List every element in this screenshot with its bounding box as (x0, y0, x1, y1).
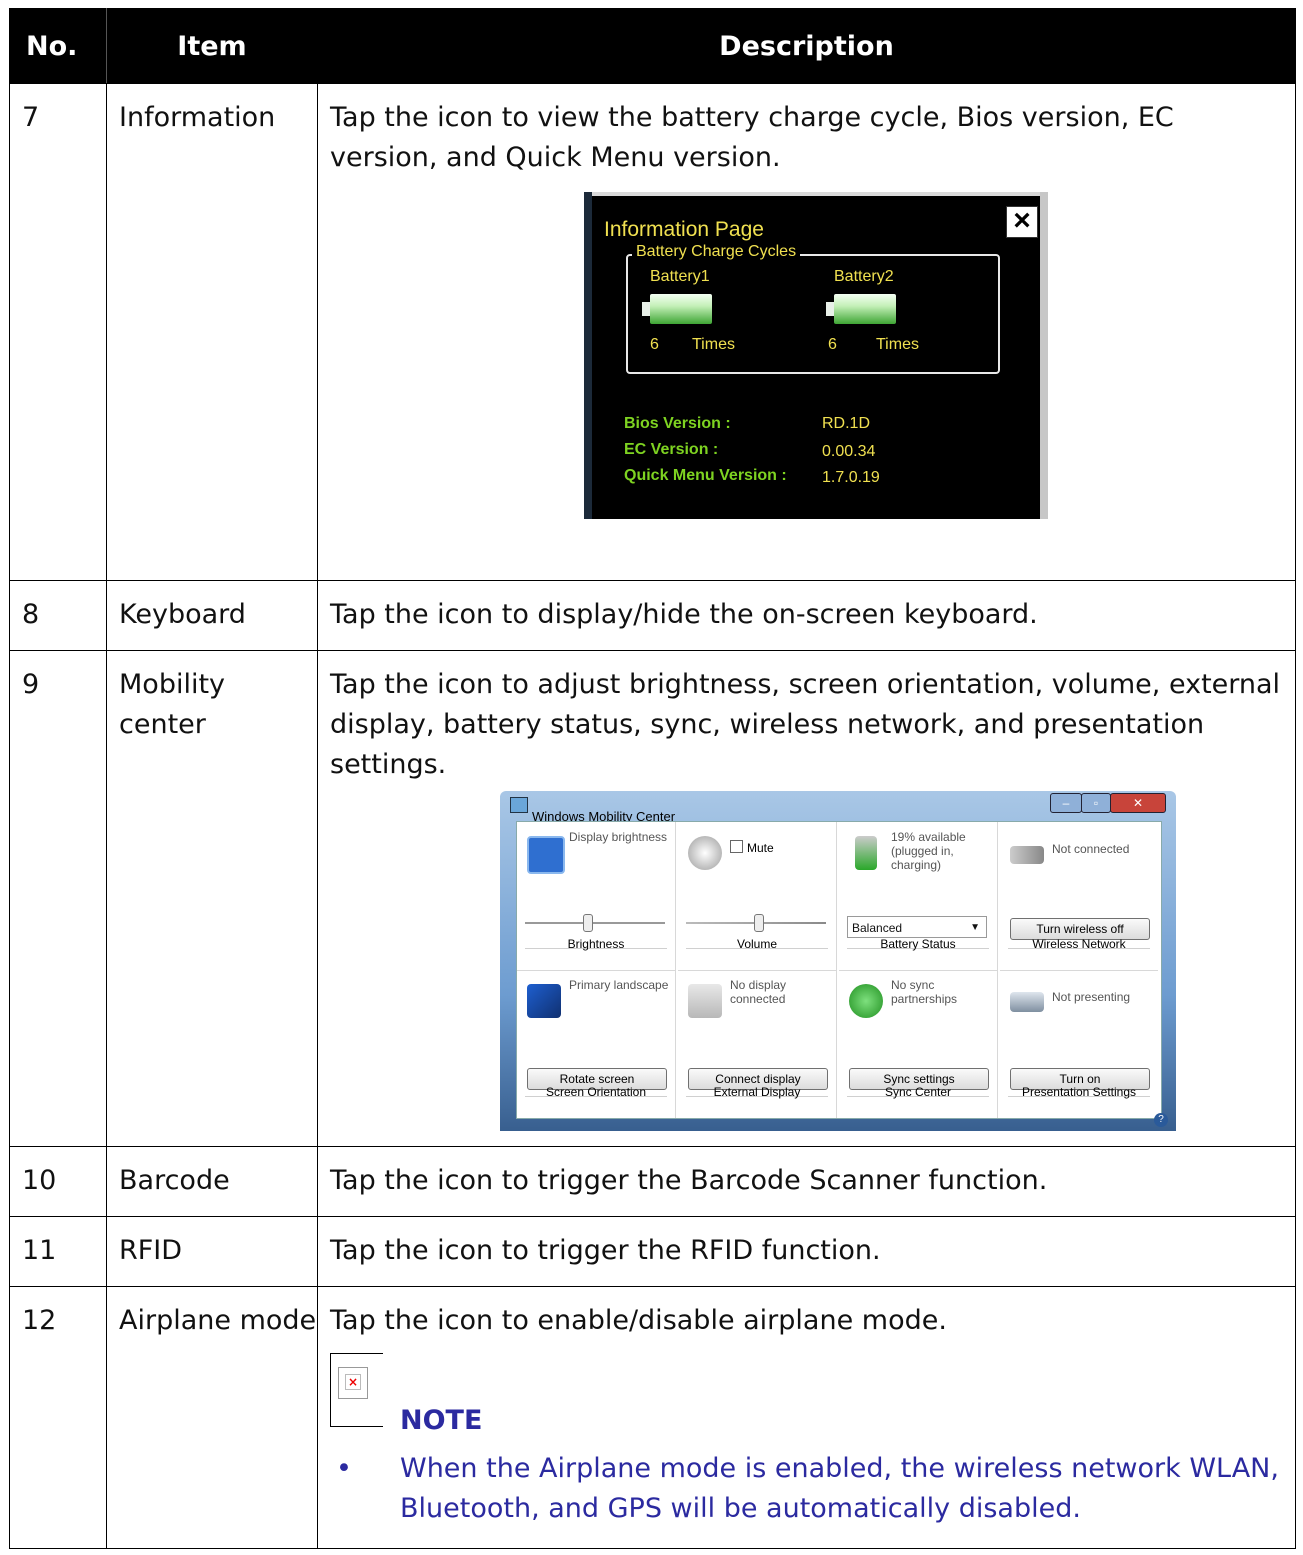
tile-wireless-network: Not connected Turn wireless off Wireless… (1000, 822, 1158, 971)
maximize-icon[interactable]: ▫ (1081, 793, 1111, 813)
row-description: Tap the icon to view the battery charge … (317, 83, 1296, 581)
row-description: Tap the icon to trigger the RFID functio… (317, 1216, 1296, 1287)
header-item: Item (106, 8, 318, 84)
table-row: 11 RFID Tap the icon to trigger the RFID… (9, 1216, 1296, 1287)
table-row: 12 Airplane mode Tap the icon to enable/… (9, 1286, 1296, 1549)
brightness-icon (527, 836, 565, 874)
sync-icon (849, 984, 883, 1018)
tile-presentation-settings: Not presenting Turn on Presentation Sett… (1000, 970, 1158, 1118)
speaker-icon (688, 836, 722, 870)
battery-cycles-legend: Battery Charge Cycles (632, 242, 801, 262)
close-icon[interactable]: ✕ (1110, 793, 1166, 813)
description-text: Tap the icon to adjust brightness, scree… (330, 669, 1281, 780)
row-no: 9 (9, 650, 107, 1147)
table-header-row: No. Item Description (9, 8, 1296, 84)
row-item: Airplane mode (106, 1286, 318, 1549)
table-row: 8 Keyboard Tap the icon to display/hide … (9, 580, 1296, 651)
tile-external-display: No display connected Connect display Ext… (678, 970, 837, 1118)
note-block: × NOTE (330, 1341, 1285, 1449)
tile-screen-orientation: Primary landscape Rotate screen Screen O… (517, 970, 676, 1118)
ec-value: 0.00.34 (822, 443, 876, 460)
note-title: NOTE (400, 1405, 483, 1436)
tile-volume: Mute Volume (678, 822, 837, 971)
help-icon[interactable]: ? (1154, 1113, 1168, 1127)
battery1-times: Times (692, 336, 735, 353)
note-list: When the Airplane mode is enabled, the w… (330, 1449, 1285, 1529)
information-page-screenshot: Information Page × Battery Charge Cycles… (584, 192, 1048, 519)
table-row: 9 Mobility center Tap the icon to adjust… (9, 650, 1296, 1147)
row-no: 7 (9, 83, 107, 581)
ec-label: EC Version : (624, 441, 719, 458)
description-text: Tap the icon to view the battery charge … (330, 102, 1174, 173)
bios-value: RD.1D (822, 415, 871, 432)
row-description: Tap the icon to adjust brightness, scree… (317, 650, 1296, 1147)
battery1-label: Battery1 (650, 268, 710, 285)
mute-checkbox[interactable] (730, 840, 743, 853)
info-page-title: Information Page (604, 218, 764, 241)
mobility-center-window: Windows Mobility Center – ▫ ✕ Display br… (500, 791, 1176, 1131)
table-row: 10 Barcode Tap the icon to trigger the B… (9, 1146, 1296, 1217)
minimize-icon[interactable]: – (1050, 793, 1082, 813)
mobility-tiles-panel: Display brightness Brightness Mute Volum… (516, 821, 1162, 1119)
row-item: RFID (106, 1216, 318, 1287)
battery2-times: Times (876, 336, 919, 353)
row-item: Information (106, 83, 318, 581)
projector-icon (1010, 992, 1044, 1012)
row-description: Tap the icon to trigger the Barcode Scan… (317, 1146, 1296, 1217)
row-item: Barcode (106, 1146, 318, 1217)
tile-brightness: Display brightness Brightness (517, 822, 676, 971)
broken-image-icon: × (338, 1367, 368, 1399)
note-item: When the Airplane mode is enabled, the w… (330, 1449, 1285, 1529)
monitor-icon (688, 984, 722, 1018)
tile-sync-center: No sync partnerships Sync settings Sync … (839, 970, 998, 1118)
battery-icon (642, 294, 712, 324)
row-no: 12 (9, 1286, 107, 1549)
battery1-count: 6 (650, 336, 659, 353)
row-no: 10 (9, 1146, 107, 1217)
close-icon[interactable]: × (1006, 206, 1038, 238)
battery-icon (855, 836, 877, 870)
row-item: Mobility center (106, 650, 318, 1147)
bios-label: Bios Version : (624, 415, 731, 432)
header-no: No. (9, 8, 107, 84)
battery2-count: 6 (828, 336, 837, 353)
quick-menu-value: 1.7.0.19 (822, 469, 880, 486)
battery-icon (826, 294, 896, 324)
description-text: Tap the icon to enable/disable airplane … (330, 1305, 947, 1336)
battery2-label: Battery2 (834, 268, 894, 285)
tile-battery-status: 19% available (plugged in, charging) Bal… (839, 822, 998, 971)
table-row: 7 Information Tap the icon to view the b… (9, 83, 1296, 581)
rotate-screen-icon (527, 984, 561, 1018)
header-description: Description (317, 8, 1296, 84)
row-item: Keyboard (106, 580, 318, 651)
mobility-center-app-icon (510, 797, 528, 813)
signal-bars-icon (1010, 846, 1044, 864)
row-no: 11 (9, 1216, 107, 1287)
row-description: Tap the icon to enable/disable airplane … (317, 1286, 1296, 1549)
row-no: 8 (9, 580, 107, 651)
description-table: No. Item Description 7 Information Tap t… (9, 8, 1296, 1549)
row-description: Tap the icon to display/hide the on-scre… (317, 580, 1296, 651)
quick-menu-label: Quick Menu Version : (624, 467, 787, 484)
